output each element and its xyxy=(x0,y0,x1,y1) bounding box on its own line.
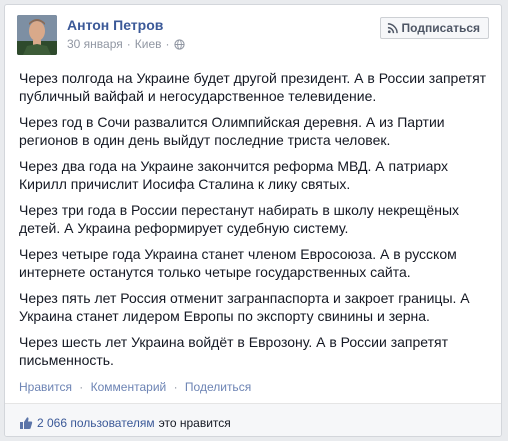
like-link[interactable]: Нравится xyxy=(19,380,72,394)
likes-summary: 2 066 пользователям это нравится xyxy=(19,416,231,430)
post-card: Антон Петров 30 января · Киев · Подписат… xyxy=(4,4,502,437)
post-date[interactable]: 30 января xyxy=(67,37,123,51)
follow-button[interactable]: Подписаться xyxy=(379,17,489,39)
author-avatar[interactable] xyxy=(17,15,57,55)
comment-link[interactable]: Комментарий xyxy=(91,380,167,394)
share-link[interactable]: Поделиться xyxy=(185,380,251,394)
post-meta: 30 января · Киев · xyxy=(67,37,185,51)
likes-count-link[interactable]: 2 066 пользователям xyxy=(37,416,155,430)
meta-separator: · xyxy=(126,37,131,51)
globe-icon[interactable] xyxy=(173,38,185,50)
post-body: Через полгода на Украине будет другой пр… xyxy=(19,69,489,377)
post-paragraph: Через шесть лет Украина войдёт в Еврозон… xyxy=(19,334,448,368)
action-separator: · xyxy=(173,380,178,394)
avatar-image xyxy=(17,15,57,55)
follow-button-label: Подписаться xyxy=(401,21,480,35)
post-paragraph: Через пять лет Россия отменит загранпасп… xyxy=(19,290,470,324)
post-header: Антон Петров 30 января · Киев · Подписат… xyxy=(17,15,489,61)
post-paragraph: Через два года на Украине закончится реф… xyxy=(19,158,449,192)
thumbs-up-icon xyxy=(20,417,33,429)
meta-separator-2: · xyxy=(165,37,170,51)
likes-bar: 2 066 пользователям это нравится xyxy=(5,404,501,436)
action-separator: · xyxy=(79,380,84,394)
post-location[interactable]: Киев xyxy=(135,37,162,51)
post-paragraph: Через полгода на Украине будет другой пр… xyxy=(19,70,487,104)
post-paragraph: Через четыре года Украина станет членом … xyxy=(19,246,457,280)
post-paragraph: Через три года в России перестанут набир… xyxy=(19,202,460,236)
rss-icon xyxy=(387,22,398,33)
post-actions: Нравится · Комментарий · Поделиться xyxy=(19,380,251,394)
likes-suffix: это нравится xyxy=(158,416,231,430)
post-paragraph: Через год в Сочи развалится Олимпийская … xyxy=(19,114,445,148)
author-name[interactable]: Антон Петров xyxy=(67,17,163,33)
